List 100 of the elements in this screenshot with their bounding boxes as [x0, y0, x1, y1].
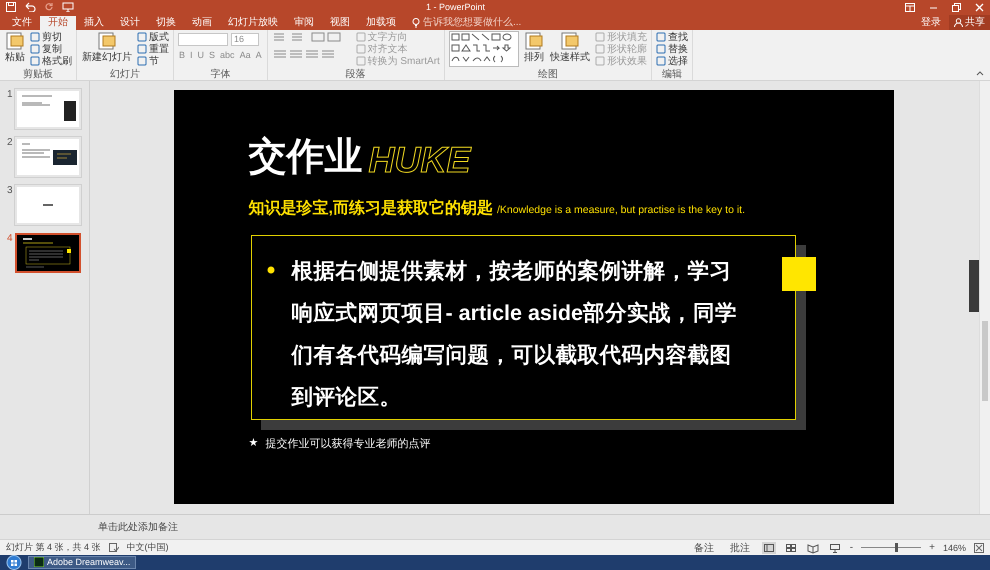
group-label: 绘图	[536, 68, 559, 80]
ribbon-button[interactable]: 查找	[656, 30, 688, 43]
ribbon-tab[interactable]: 加载项	[358, 16, 404, 30]
format-button[interactable]: S	[208, 50, 216, 60]
group-label: 段落	[344, 68, 367, 80]
start-button-icon[interactable]	[6, 554, 22, 570]
shapes-gallery[interactable]	[448, 30, 519, 67]
ribbon-tab[interactable]: 插入	[76, 16, 112, 30]
normal-view-icon[interactable]	[762, 542, 776, 554]
ribbon-button[interactable]: 选择	[656, 54, 688, 67]
vertical-scrollbar[interactable]	[979, 80, 990, 514]
collapse-ribbon-icon[interactable]	[976, 70, 984, 76]
ribbon-button[interactable]: 格式刷	[30, 54, 72, 67]
reading-view-icon[interactable]	[806, 542, 820, 554]
font-size-field[interactable]: 16	[231, 32, 259, 46]
presentation-icon[interactable]	[62, 2, 74, 12]
group-label: 字体	[209, 68, 232, 80]
ribbon-tab[interactable]: 设计	[112, 16, 148, 30]
fit-slide-icon[interactable]	[974, 542, 984, 553]
bullet-icon	[266, 266, 274, 274]
undo-icon[interactable]	[24, 2, 36, 12]
ribbon-button[interactable]: 复制	[30, 42, 72, 55]
slide-title: 交作业	[248, 135, 362, 180]
square-icon	[137, 44, 147, 54]
square-icon	[137, 56, 147, 66]
ribbon-button[interactable]: 节	[137, 54, 169, 67]
square-icon	[594, 32, 605, 42]
square-icon	[30, 32, 40, 42]
slide-note-text: 提交作业可以获得专业老师的点评	[266, 436, 430, 452]
slide-number: 2	[7, 136, 12, 148]
format-button[interactable]: A	[254, 50, 263, 60]
slide-number: 1	[7, 88, 12, 100]
font-name-field[interactable]	[178, 32, 228, 46]
ribbon-tab[interactable]: 审阅	[286, 16, 322, 30]
ribbon-button[interactable]: 排列	[522, 30, 545, 63]
share-button[interactable]: 共享	[949, 14, 990, 30]
person-icon	[954, 18, 963, 27]
format-button[interactable]: abc	[219, 50, 236, 60]
ribbon-display-icon[interactable]	[905, 2, 915, 12]
side-panel-handle[interactable]	[969, 260, 979, 312]
ribbon-button[interactable]: 快速样式	[548, 30, 591, 63]
square-icon	[356, 44, 366, 54]
format-button[interactable]: Aa	[238, 50, 252, 60]
document-icon	[97, 30, 117, 51]
slide-subtitle: 知识是珍宝,而练习是获取它的钥匙	[248, 198, 493, 220]
star-marker: ★	[248, 436, 258, 452]
square-icon	[656, 44, 666, 54]
sign-in-link[interactable]: 登录	[921, 16, 941, 30]
slideshow-icon[interactable]	[828, 542, 842, 554]
redo-icon[interactable]	[44, 2, 54, 12]
format-button[interactable]: U	[196, 50, 206, 60]
zoom-in-button[interactable]: +	[929, 542, 935, 554]
group-label: 幻灯片	[109, 68, 141, 80]
app-icon	[34, 557, 44, 568]
ribbon-button[interactable]: 新建幻灯片	[81, 30, 133, 63]
save-icon[interactable]	[6, 2, 16, 12]
ribbon-button[interactable]: 替换	[656, 42, 688, 55]
subtitle-english: /Knowledge is a measure, but practise is the key to it.	[496, 204, 745, 216]
ribbon-tab[interactable]: 开始	[40, 16, 76, 30]
document-icon	[524, 30, 544, 51]
notes-button[interactable]: 备注	[690, 540, 718, 555]
comments-button[interactable]: 批注	[726, 540, 754, 555]
ribbon-tab[interactable]: 视图	[322, 16, 358, 30]
outline-watermark-text: HUKE	[368, 140, 471, 180]
ribbon-tab[interactable]: 动画	[184, 16, 220, 30]
square-icon	[656, 56, 666, 66]
close-icon[interactable]	[975, 2, 984, 12]
square-icon	[30, 44, 40, 54]
spellcheck-icon[interactable]	[108, 543, 119, 552]
taskbar-app[interactable]: Adobe Dreamweav...	[28, 556, 136, 569]
ribbon-tab[interactable]: 文件	[4, 16, 40, 30]
slide-count-text: 幻灯片 第 4 张，共 4 张	[6, 541, 101, 554]
document-icon	[560, 30, 580, 51]
bullet-text: 根据右侧提供素材，按老师的案例讲解，学习响应式网页项目- article aside部分实战，同学们有各代码编写问题，可以截取代码内容截图到评论区。	[292, 258, 738, 412]
restore-icon[interactable]	[952, 2, 961, 12]
lightbulb-icon	[412, 18, 420, 28]
ribbon-button[interactable]: 剪切	[30, 30, 72, 43]
slide-number: 3	[7, 184, 12, 196]
ribbon-tab[interactable]: 幻灯片放映	[220, 16, 286, 30]
format-button[interactable]: B	[178, 50, 186, 60]
square-icon	[30, 56, 40, 66]
slide-sorter-icon[interactable]	[784, 542, 798, 554]
zoom-slider-thumb[interactable]	[894, 543, 898, 552]
slide-thumbnail[interactable]	[15, 232, 81, 273]
ribbon-tab[interactable]: 切换	[148, 16, 184, 30]
ribbon-button[interactable]: 粘贴	[4, 30, 26, 63]
window-title: 1 - PowerPoint	[426, 2, 486, 12]
ribbon-button[interactable]: 重置	[137, 42, 169, 55]
zoom-percent[interactable]: 146%	[942, 542, 966, 553]
document-icon	[5, 30, 25, 51]
tell-me-field[interactable]: 告诉我您想要做什么...	[412, 16, 533, 30]
format-button[interactable]: I	[189, 50, 194, 60]
slide-number: 4	[7, 232, 12, 244]
zoom-out-button[interactable]: -	[850, 542, 854, 554]
square-icon	[137, 32, 147, 42]
square-icon	[356, 32, 366, 42]
square-icon	[594, 56, 605, 66]
language-text[interactable]: 中文(中国)	[126, 541, 169, 554]
square-icon	[594, 44, 605, 54]
ribbon-button[interactable]: 版式	[137, 30, 169, 43]
